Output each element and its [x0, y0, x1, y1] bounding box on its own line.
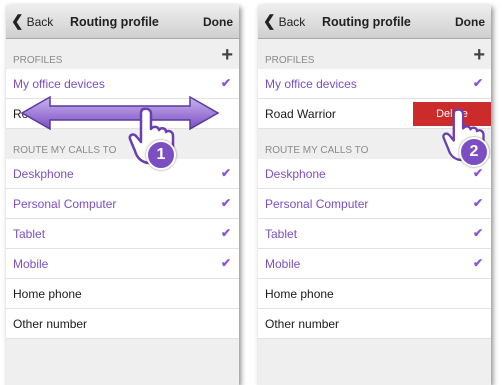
device-item-home-phone[interactable]: Home phone [258, 279, 491, 309]
page-title: Routing profile [70, 14, 159, 29]
checkmark-icon: ✔ [472, 166, 483, 180]
list-footer [6, 339, 239, 385]
screen-swipe-step: ❮ Back Routing profile Done PROFILES + M… [6, 5, 239, 385]
checkmark-icon: ✔ [220, 166, 231, 180]
double-arrow-icon [20, 95, 220, 131]
route-header-label: ROUTE MY CALLS TO [265, 145, 369, 156]
checkmark-icon: ✔ [220, 256, 231, 270]
route-section-header: ROUTE MY CALLS TO [6, 129, 239, 159]
device-item-personal-computer[interactable]: Personal Computer ✔ [6, 189, 239, 219]
navigation-bar: ❮ Back Routing profile Done [6, 5, 239, 39]
device-item-mobile[interactable]: Mobile ✔ [6, 249, 239, 279]
profile-label: My office devices [265, 76, 357, 91]
profile-label: My office devices [13, 76, 105, 91]
device-label: Deskphone [13, 166, 74, 181]
checkmark-icon: ✔ [472, 226, 483, 240]
checkmark-icon: ✔ [220, 76, 231, 90]
device-label: Other number [265, 316, 340, 331]
device-label: Home phone [265, 286, 334, 301]
profiles-section-header: PROFILES + [258, 39, 491, 69]
device-label: Personal Computer [13, 196, 117, 211]
navigation-bar: ❮ Back Routing profile Done [258, 5, 491, 39]
step-badge: 1 [146, 140, 176, 170]
device-label: Mobile [13, 256, 49, 271]
device-label: Mobile [265, 256, 301, 271]
profile-label: Road Warrior [265, 106, 336, 121]
step-badge: 2 [459, 137, 489, 167]
back-label: Back [278, 14, 306, 29]
plus-icon[interactable]: + [473, 45, 485, 65]
back-label: Back [26, 14, 54, 29]
device-label: Personal Computer [265, 196, 369, 211]
device-item-tablet[interactable]: Tablet ✔ [6, 219, 239, 249]
checkmark-icon: ✔ [220, 196, 231, 210]
device-item-mobile[interactable]: Mobile ✔ [258, 249, 491, 279]
device-label: Tablet [265, 226, 298, 241]
checkmark-icon: ✔ [472, 256, 483, 270]
chevron-left-icon: ❮ [263, 13, 276, 30]
device-label: Tablet [13, 226, 46, 241]
done-button[interactable]: Done [203, 5, 233, 38]
checkmark-icon: ✔ [472, 196, 483, 210]
profiles-section-header: PROFILES + [6, 39, 239, 69]
route-header-label: ROUTE MY CALLS TO [13, 145, 117, 156]
device-item-tablet[interactable]: Tablet ✔ [258, 219, 491, 249]
device-item-other-number[interactable]: Other number [6, 309, 239, 339]
checkmark-icon: ✔ [472, 76, 483, 90]
device-item-other-number[interactable]: Other number [258, 309, 491, 339]
done-button[interactable]: Done [455, 5, 485, 38]
device-label: Home phone [13, 286, 82, 301]
list-footer [258, 339, 491, 385]
device-item-personal-computer[interactable]: Personal Computer ✔ [258, 189, 491, 219]
profiles-header-label: PROFILES [13, 55, 63, 66]
chevron-left-icon: ❮ [11, 13, 24, 30]
checkmark-icon: ✔ [220, 226, 231, 240]
device-item-home-phone[interactable]: Home phone [6, 279, 239, 309]
back-button[interactable]: ❮ Back [263, 5, 305, 38]
profile-item-my-office-devices[interactable]: My office devices ✔ [258, 69, 491, 99]
device-label: Deskphone [265, 166, 326, 181]
plus-icon[interactable]: + [221, 45, 233, 65]
back-button[interactable]: ❮ Back [11, 5, 53, 38]
device-item-deskphone[interactable]: Deskphone ✔ [258, 159, 491, 189]
screen-delete-step: ❮ Back Routing profile Done PROFILES + M… [258, 5, 491, 385]
device-item-deskphone[interactable]: Deskphone ✔ [6, 159, 239, 189]
device-label: Other number [13, 316, 88, 331]
page-title: Routing profile [322, 14, 411, 29]
profiles-header-label: PROFILES [265, 55, 315, 66]
